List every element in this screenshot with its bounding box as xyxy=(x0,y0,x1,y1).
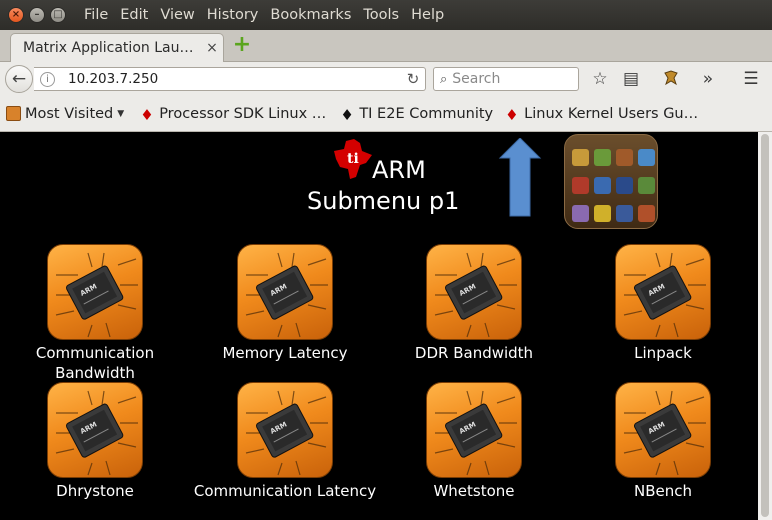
main-menu-icon[interactable] xyxy=(564,134,658,229)
url-bar[interactable]: i 10.203.7.250 ↻ xyxy=(34,67,426,91)
folder-icon xyxy=(6,106,21,121)
bookmark-label: Most Visited xyxy=(25,105,114,122)
cpu-chip-icon: ARM xyxy=(426,382,522,478)
app-communication-latency[interactable]: ARM Communication Latency xyxy=(189,382,381,501)
bookmark-processor-sdk[interactable]: ♦ Processor SDK Linux … xyxy=(140,105,327,125)
tab-matrix-launcher[interactable]: Matrix Application Lau… × xyxy=(10,33,224,62)
new-tab-icon[interactable]: + xyxy=(232,34,252,56)
page-title: ARM xyxy=(372,156,426,184)
overflow-chevron-icon[interactable]: » xyxy=(697,69,719,89)
ti-logo-icon: ♦ xyxy=(140,106,154,124)
menu-bar: × – □ File Edit View History Bookmarks T… xyxy=(0,0,772,30)
bookmark-label: TI E2E Community xyxy=(359,105,494,122)
cpu-chip-icon: ARM xyxy=(426,244,522,340)
app-nbench[interactable]: ARM NBench xyxy=(587,382,739,501)
hamburger-menu-icon[interactable]: ☰ xyxy=(740,69,762,89)
bookmark-label: Processor SDK Linux … xyxy=(159,105,327,122)
bookmark-most-visited[interactable]: Most Visited ▼ xyxy=(6,106,124,122)
page-content: ti ARM Submenu p1 ARM Communication Band… xyxy=(0,132,758,520)
app-label: Communication Latency xyxy=(193,482,377,500)
menu-view[interactable]: View xyxy=(154,7,200,23)
ti-logo-icon: ♦ xyxy=(340,106,354,124)
search-placeholder: Search xyxy=(452,71,501,87)
bookmark-ti-e2e[interactable]: ♦ TI E2E Community xyxy=(340,105,494,125)
url-text[interactable]: 10.203.7.250 xyxy=(68,71,401,87)
reload-icon[interactable]: ↻ xyxy=(401,70,425,88)
app-label: Linpack xyxy=(634,344,692,362)
app-label: Whetstone xyxy=(433,482,515,500)
app-label: DDR Bandwidth xyxy=(414,344,534,362)
vertical-scrollbar[interactable] xyxy=(758,132,772,520)
cpu-chip-icon: ARM xyxy=(237,382,333,478)
scrollbar-thumb[interactable] xyxy=(761,134,769,517)
bookmark-star-icon[interactable]: ☆ xyxy=(589,69,611,89)
window-controls: × – □ xyxy=(8,7,66,23)
svg-text:ti: ti xyxy=(347,151,359,167)
bookmarks-bar: Most Visited ▼ ♦ Processor SDK Linux … ♦… xyxy=(0,96,772,132)
app-label: Dhrystone xyxy=(56,482,134,500)
tab-bar: Matrix Application Lau… × + xyxy=(0,30,772,62)
ti-logo-icon: ♦ xyxy=(505,106,519,124)
back-icon[interactable]: ← xyxy=(5,65,33,93)
menu-bookmarks[interactable]: Bookmarks xyxy=(264,7,357,23)
app-label: Communication Bandwidth xyxy=(35,344,155,382)
ti-logo-icon: ti xyxy=(334,139,372,179)
cpu-chip-icon: ARM xyxy=(615,244,711,340)
tab-close-icon[interactable]: × xyxy=(201,40,223,56)
site-info-icon[interactable]: i xyxy=(40,71,55,87)
tab-title: Matrix Application Lau… xyxy=(23,40,194,56)
app-label: NBench xyxy=(633,482,692,500)
cpu-chip-icon: ARM xyxy=(615,382,711,478)
extension-icon[interactable] xyxy=(660,69,682,92)
reader-view-icon[interactable]: ▤ xyxy=(620,69,642,89)
window-maximize-icon[interactable]: □ xyxy=(50,7,66,23)
menu-tools[interactable]: Tools xyxy=(357,7,405,23)
menu-history[interactable]: History xyxy=(201,7,265,23)
menu-help[interactable]: Help xyxy=(405,7,450,23)
app-dhrystone[interactable]: ARM Dhrystone xyxy=(20,382,170,501)
bookmark-linux-kernel[interactable]: ♦ Linux Kernel Users Gu… xyxy=(505,105,699,125)
app-whetstone[interactable]: ARM Whetstone xyxy=(398,382,550,501)
search-input[interactable]: ⌕ Search xyxy=(433,67,579,91)
back-arrow-up-icon[interactable] xyxy=(464,138,564,232)
bookmark-label: Linux Kernel Users Gu… xyxy=(524,105,699,122)
app-communication-bandwidth[interactable]: ARM Communication Bandwidth xyxy=(20,244,170,383)
app-memory-latency[interactable]: ARM Memory Latency xyxy=(209,244,361,363)
cpu-chip-icon: ARM xyxy=(47,382,143,478)
app-ddr-bandwidth[interactable]: ARM DDR Bandwidth xyxy=(398,244,550,363)
chevron-down-icon: ▼ xyxy=(117,108,125,119)
app-linpack[interactable]: ARM Linpack xyxy=(587,244,739,363)
window-close-icon[interactable]: × xyxy=(8,7,24,23)
menu-edit[interactable]: Edit xyxy=(114,7,154,23)
navigation-bar: i 10.203.7.250 ↻ ← ⌕ Search ☆ ▤ » ☰ xyxy=(0,62,772,96)
page-subtitle: Submenu p1 xyxy=(307,187,460,215)
app-label: Memory Latency xyxy=(222,344,348,362)
search-icon: ⌕ xyxy=(440,71,448,87)
menu-file[interactable]: File xyxy=(78,7,114,23)
window-minimize-icon[interactable]: – xyxy=(29,7,45,23)
cpu-chip-icon: ARM xyxy=(237,244,333,340)
cpu-chip-icon: ARM xyxy=(47,244,143,340)
